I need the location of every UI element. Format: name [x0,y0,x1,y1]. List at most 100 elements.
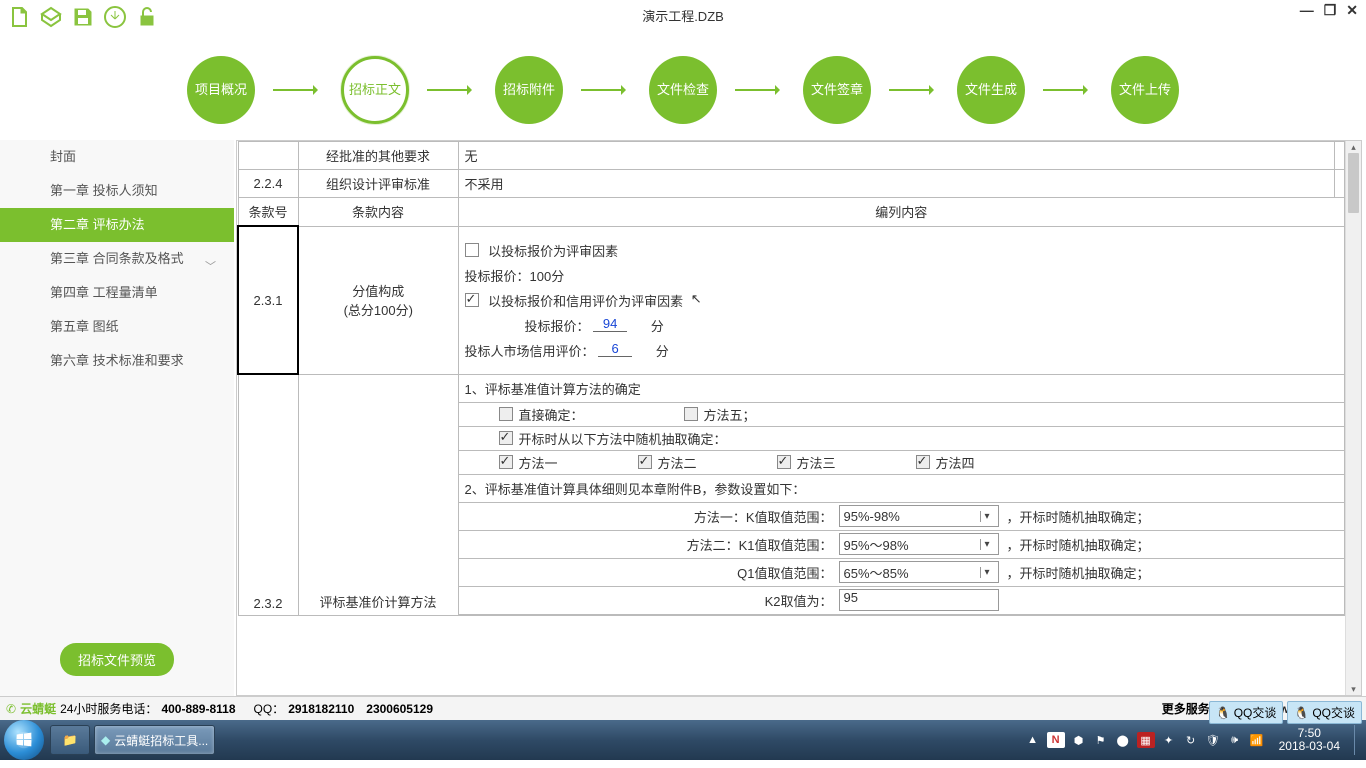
checkbox-price-only-label: 以投标报价为评审因素 [488,244,618,259]
save-icon[interactable] [70,4,96,30]
minimize-button[interactable]: — [1300,2,1314,19]
download-icon[interactable] [102,4,128,30]
tray-icon[interactable]: ▲ [1025,732,1041,748]
tray-icon[interactable]: ↻ [1183,732,1199,748]
sidebar-item-label: 第一章 投标人须知 [50,183,158,198]
qq-chat-float: 🐧QQ交谈 🐧QQ交谈 [1209,701,1362,724]
cell-232-content: 评标基准价计算方法 [298,374,458,615]
sidebar: 封面 第一章 投标人须知 第二章 评标办法 第三章 合同条款及格式﹀ 第四章 工… [0,140,234,696]
start-button[interactable] [4,720,44,760]
step-project-overview[interactable]: 项目概况 [187,56,255,124]
m1-label: 方法一 [519,456,558,471]
scrollbar-thumb[interactable] [1348,153,1359,213]
step-arrow-icon [273,89,323,91]
checkbox-price-only[interactable] [465,243,479,257]
content-scroll[interactable]: 经批准的其他要求 无 2.2.4 组织设计评审标准 不采用 条款号 条款内容 编… [237,141,1345,695]
cell-clause-224: 2.2.4 [238,170,298,198]
tray-icons: ▲ N ⬢ ⚑ ⬤ ▦ ✦ ↻ 🛡 🕪 📶 [1025,732,1265,748]
qq-chat-button-2[interactable]: 🐧QQ交谈 [1287,701,1362,724]
tray-date: 2018-03-04 [1279,740,1340,753]
scroll-down-icon[interactable]: ▾ [1346,683,1361,695]
sidebar-item-chapter2[interactable]: 第二章 评标办法 [0,208,234,242]
bid-price-input[interactable]: 94 [593,316,627,332]
cell-approved-other-value[interactable]: 无 [458,142,1335,170]
vertical-scrollbar[interactable]: ▴ ▾ [1345,141,1361,695]
tray-icon[interactable]: 📶 [1249,732,1265,748]
step-file-generate[interactable]: 文件生成 [957,56,1025,124]
step-file-check[interactable]: 文件检查 [649,56,717,124]
titlebar-toolbar [6,4,160,30]
taskbar: 📁 ◆ 云蜻蜓招标工具... ▲ N ⬢ ⚑ ⬤ ▦ ✦ ↻ 🛡 🕪 📶 7:5… [0,720,1366,760]
checkbox-m2[interactable] [638,455,652,469]
new-file-icon[interactable] [6,4,32,30]
cell-224-value[interactable]: 不采用 [458,170,1335,198]
qq-label: QQ： [254,700,285,717]
cell-231-body: 以投标报价为评审因素 投标报价：100分 以投标报价和信用评价为评审因素 ↖ 投… [458,226,1345,374]
tray-icon[interactable]: ⚑ [1093,732,1109,748]
score-unit: 分 [656,344,669,359]
step-arrow-icon [427,89,477,91]
hotline-label: 24小时服务电话： [60,700,157,717]
param-k-label: 方法一：K值取值范围： [459,507,839,526]
sidebar-item-chapter1[interactable]: 第一章 投标人须知 [0,174,234,208]
table-row: 2.2.4 组织设计评审标准 不采用 [238,170,1345,198]
dropdown-icon: ▾ [980,567,994,578]
step-nav: 项目概况 招标正文 招标附件 文件检查 文件签章 文件生成 文件上传 [0,40,1366,140]
qq-chat-button-1[interactable]: 🐧QQ交谈 [1209,701,1284,724]
tray-icon[interactable]: 🛡 [1205,732,1221,748]
tray-icon[interactable]: 🕪 [1227,732,1243,748]
param-k1-select[interactable]: 95%～98%▾ [839,533,999,555]
param-k-select[interactable]: 95%-98%▾ [839,505,999,527]
dropdown-icon: ▾ [980,511,994,522]
scroll-up-icon[interactable]: ▴ [1346,141,1361,153]
show-desktop-button[interactable] [1354,725,1362,755]
sidebar-item-chapter4[interactable]: 第四章 工程量清单 [0,276,234,310]
param-q1-value: 65%～85% [844,563,909,582]
credit-input[interactable]: 6 [598,341,632,357]
table-row-231: 2.3.1 分值构成 (总分100分) 以投标报价为评审因素 投标报价：100分 [238,226,1345,374]
taskbar-explorer[interactable]: 📁 [50,725,90,755]
sidebar-item-cover[interactable]: 封面 [0,140,234,174]
step-bid-attachment[interactable]: 招标附件 [495,56,563,124]
param-q1-select[interactable]: 65%～85% ▾ [839,561,999,583]
param-row-k: 方法一：K值取值范围： 95%-98%▾ ，开标时随机抽取确定； [459,502,1345,530]
checkbox-price-credit[interactable] [465,293,479,307]
table-row: 经批准的其他要求 无 [238,142,1345,170]
cell-231-content: 分值构成 (总分100分) [298,226,458,374]
sidebar-item-chapter6[interactable]: 第六章 技术标准和要求 [0,344,234,378]
checkbox-random[interactable] [499,431,513,445]
maximize-button[interactable]: ❐ [1324,2,1337,19]
sidebar-item-label: 第三章 合同条款及格式 [50,251,184,266]
taskbar-app-yqt[interactable]: ◆ 云蜻蜓招标工具... [94,725,215,755]
tray-icon[interactable]: ⬢ [1071,732,1087,748]
tray-icon[interactable]: ✦ [1161,732,1177,748]
param-k1-value: 95%～98% [844,535,909,554]
tray-clock[interactable]: 7:50 2018-03-04 [1273,727,1346,753]
sidebar-item-chapter3[interactable]: 第三章 合同条款及格式﹀ [0,242,234,276]
checkbox-method5[interactable] [684,407,698,421]
sidebar-item-chapter5[interactable]: 第五章 图纸 [0,310,234,344]
tray-icon[interactable]: ▦ [1137,732,1155,748]
step-file-sign[interactable]: 文件签章 [803,56,871,124]
step-arrow-icon [1043,89,1093,91]
checkbox-direct[interactable] [499,407,513,421]
window-controls: — ❐ ✕ [1300,2,1358,19]
close-button[interactable]: ✕ [1346,2,1358,19]
step-bid-text[interactable]: 招标正文 [341,56,409,124]
checkbox-m1[interactable] [499,455,513,469]
step-file-upload[interactable]: 文件上传 [1111,56,1179,124]
credit-label: 投标人市场信用评价： [465,344,595,359]
unlock-icon[interactable] [134,4,160,30]
step-arrow-icon [581,89,631,91]
preview-bid-file-button[interactable]: 招标文件预览 [60,643,174,676]
tray-icon[interactable]: N [1047,732,1065,748]
sidebar-item-label: 第五章 图纸 [50,319,119,334]
param-k2-input[interactable]: 95 [839,589,999,611]
cell-approved-other: 经批准的其他要求 [298,142,458,170]
open-file-icon[interactable] [38,4,64,30]
taskbar-app-label: 云蜻蜓招标工具... [114,732,208,749]
tray-icon[interactable]: ⬤ [1115,732,1131,748]
param-q1-label: Q1值取值范围： [459,563,839,582]
checkbox-m3[interactable] [777,455,791,469]
checkbox-m4[interactable] [916,455,930,469]
